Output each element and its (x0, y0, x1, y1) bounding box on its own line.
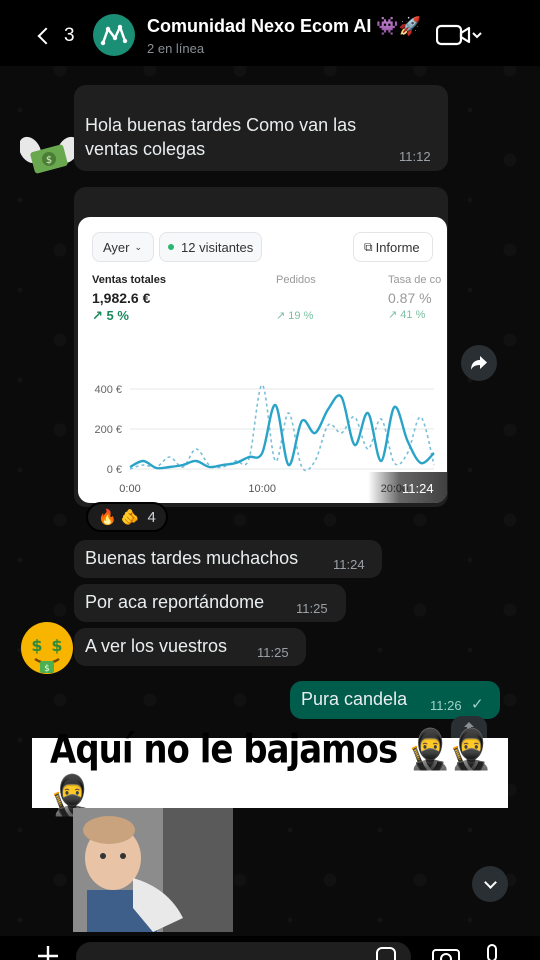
message-text: Buenas tardes muchachos (85, 548, 299, 568)
scroll-to-bottom-button[interactable] (472, 866, 508, 902)
incoming-message[interactable]: Buenas tardes muchachos 11:24 (74, 540, 382, 578)
message-text: Hola buenas tardes Como van las ventas c… (85, 115, 357, 159)
money-face-sticker[interactable]: $ $ $ (19, 621, 75, 677)
camera-icon[interactable] (432, 946, 460, 960)
baby-photo-illustration (73, 808, 233, 932)
outgoing-message[interactable]: Pura candela 11:26 ✓ (290, 681, 500, 719)
message-time: 11:24 (333, 557, 365, 572)
report-label: Informe (375, 239, 420, 255)
chevron-left-icon (37, 27, 55, 45)
message-input[interactable] (76, 942, 411, 960)
metric-value: 0.87 % (388, 290, 432, 306)
metric-change: ↗ 19 % (276, 310, 314, 322)
meme-photo[interactable] (73, 808, 233, 932)
svg-text:$: $ (44, 664, 50, 674)
metric-label: Pedidos (276, 274, 316, 286)
chat-title-block[interactable]: Comunidad Nexo Ecom AI 👾🚀 2 en línea (147, 16, 421, 56)
svg-text:$: $ (51, 636, 62, 655)
group-avatar[interactable] (93, 14, 135, 56)
metric-label: Ventas totales (92, 274, 166, 286)
incoming-message[interactable]: Por aca reportándome 11:25 (74, 584, 346, 622)
video-camera-icon (435, 24, 482, 46)
period-label: Ayer (103, 239, 130, 255)
x-tick-label: 0:00 (119, 483, 140, 495)
sticker-icon[interactable] (375, 946, 397, 960)
metric-orders: Pedidos ↗ 19 % (276, 274, 316, 322)
metric-change: ↗ 5 % (92, 308, 129, 323)
message-text: A ver los vuestros (85, 636, 228, 656)
unread-count: 3 (64, 25, 75, 46)
nexo-logo-icon (100, 24, 128, 46)
incoming-message[interactable]: A ver los vuestros 11:25 (74, 628, 306, 666)
metric-value (276, 290, 316, 307)
report-icon: ⧉ (364, 239, 373, 254)
back-button[interactable]: 3 (36, 22, 80, 50)
online-status: 2 en línea (147, 41, 205, 56)
reaction-emojis: 🔥 🫵 (98, 509, 140, 526)
sales-series-line (129, 394, 435, 470)
report-button: ⧉ Informe (353, 232, 433, 262)
chat-title: Comunidad Nexo Ecom AI 👾🚀 (147, 16, 422, 36)
metric-conversion: Tasa de co 0.87 % ↗ 41 % (388, 274, 447, 321)
image-time: 11:24 (402, 481, 434, 496)
forward-button[interactable] (461, 345, 497, 381)
message-text: Por aca reportándome (85, 592, 265, 612)
period-dropdown: Ayer ⌄ (92, 232, 154, 262)
metric-label: Tasa de co (388, 274, 442, 286)
y-tick-label: 0 € (107, 464, 122, 476)
forward-arrow-icon (471, 356, 487, 370)
incoming-message[interactable]: Hola buenas tardes Como van las ventas c… (74, 85, 448, 171)
message-time: 11:26 (430, 698, 462, 713)
live-dot-icon (168, 244, 174, 250)
metric-change: ↗ 41 % (388, 309, 426, 321)
microphone-icon[interactable] (484, 944, 500, 960)
svg-text:$: $ (46, 155, 52, 166)
reactions-pill[interactable]: 🔥 🫵 4 (86, 502, 168, 532)
analytics-screenshot[interactable]: Ayer ⌄ 12 visitantes ⧉ Informe Ventas to… (78, 217, 447, 503)
video-call-button[interactable] (435, 22, 484, 48)
chevron-down-icon: ⌄ (134, 241, 143, 252)
composer-bar (0, 936, 540, 960)
meme-caption: Aquí no le bajamos 🥷🥷🥷 (50, 727, 492, 819)
message-text: Pura candela (301, 689, 408, 709)
y-tick-label: 200 € (94, 424, 122, 436)
chevron-down-icon (483, 875, 497, 889)
money-wings-sticker[interactable]: $ (18, 126, 80, 184)
money-mouth-face-icon: $ $ $ (21, 622, 73, 674)
reaction-count: 4 (147, 508, 156, 526)
chat-header: 3 Comunidad Nexo Ecom AI 👾🚀 2 en línea (0, 0, 540, 66)
svg-text:$: $ (31, 636, 42, 655)
metric-total-sales: Ventas totales 1,982.6 € ↗ 5 % (92, 274, 166, 324)
y-tick-label: 400 € (94, 384, 122, 396)
visitors-label: 12 visitantes (181, 239, 254, 255)
sent-check-icon: ✓ (471, 696, 484, 713)
message-time: 11:12 (399, 149, 431, 164)
x-tick-label: 10:00 (248, 483, 276, 495)
money-with-wings-icon: $ (18, 136, 80, 174)
message-time: 11:25 (296, 601, 328, 616)
metric-value: 1,982.6 € (92, 290, 151, 306)
visitors-pill: 12 visitantes (159, 232, 262, 262)
meme-caption-banner[interactable]: Aquí no le bajamos 🥷🥷🥷 (32, 727, 508, 819)
plus-icon[interactable] (36, 944, 60, 960)
message-time: 11:25 (257, 645, 289, 660)
